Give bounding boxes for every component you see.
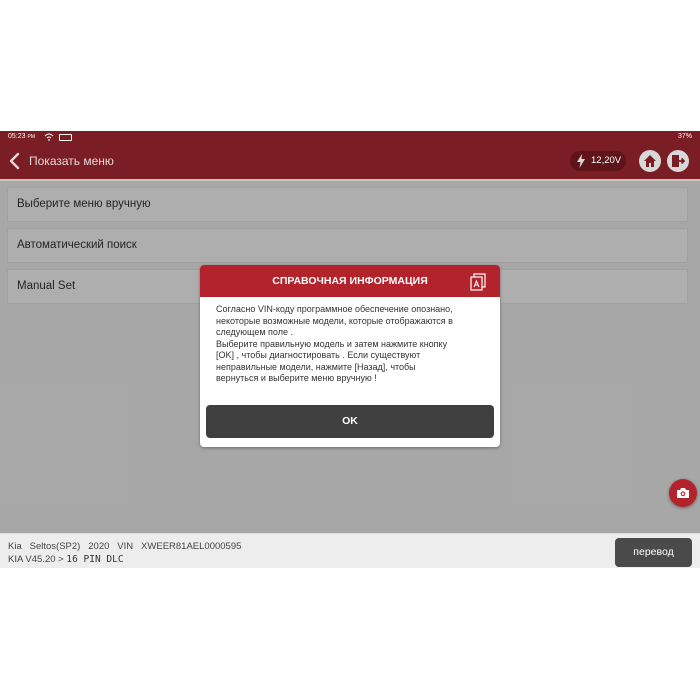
dialog-message-line: следующем поле . [216, 327, 293, 337]
camera-icon [677, 488, 689, 498]
voltage-indicator: 12,20V [570, 151, 626, 171]
dialog-message-line: вернуться и выберите меню вручную ! [216, 373, 377, 383]
dialog-message-line: Выберите правильную модель и затем нажми… [216, 338, 448, 349]
info-dialog: СПРАВОЧНАЯ ИНФОРМАЦИЯ Согласно VIN-коду … [200, 265, 500, 447]
dialog-message-line: некоторые возможные модели, которые отоб… [216, 315, 453, 326]
exit-button[interactable] [667, 150, 689, 172]
app-screen: 05:23 PM 37% Показать меню 12,20V Выбери… [0, 131, 700, 568]
translate-button[interactable]: перевод [615, 538, 692, 567]
dialog-message-line: [OK] , чтобы диагностировать . Если суще… [216, 350, 421, 360]
ok-button[interactable]: OK [206, 405, 494, 438]
exit-icon [672, 155, 685, 167]
voltage-value: 12,20V [591, 155, 622, 166]
connector-type: 16 PIN DLC [66, 554, 124, 565]
software-version: KIA V45.20 > [8, 554, 64, 565]
dialog-title: СПРАВОЧНАЯ ИНФОРМАЦИЯ [272, 275, 428, 287]
app-bar: Показать меню 12,20V [0, 143, 700, 179]
dialog-message-line: Согласно VIN-коду программное обеспечени… [216, 304, 453, 314]
keyboard-icon [59, 134, 72, 141]
vehicle-info: Kia Seltos(SP2) 2020 VIN XWEER81AEL00005… [8, 541, 242, 552]
page-title: Показать меню [29, 154, 114, 168]
dialog-message: Согласно VIN-коду программное обеспечени… [216, 304, 492, 385]
document-icon [469, 272, 487, 291]
status-time: 05:23 PM [8, 133, 35, 140]
dialog-message-line: неправильные модели, нажмите [Назад], чт… [216, 361, 416, 372]
dialog-header: СПРАВОЧНАЯ ИНФОРМАЦИЯ [200, 265, 500, 297]
status-bar: 05:23 PM 37% [0, 131, 700, 143]
home-button[interactable] [639, 150, 661, 172]
back-arrow-icon[interactable] [8, 152, 22, 170]
software-version-line: KIA V45.20 > 16 PIN DLC [8, 554, 124, 566]
home-icon [644, 155, 656, 167]
screenshot-button[interactable] [669, 479, 697, 507]
battery-level: 37% [677, 133, 692, 140]
bottom-bar: Kia Seltos(SP2) 2020 VIN XWEER81AEL00005… [0, 533, 700, 568]
lightning-icon [576, 154, 586, 168]
